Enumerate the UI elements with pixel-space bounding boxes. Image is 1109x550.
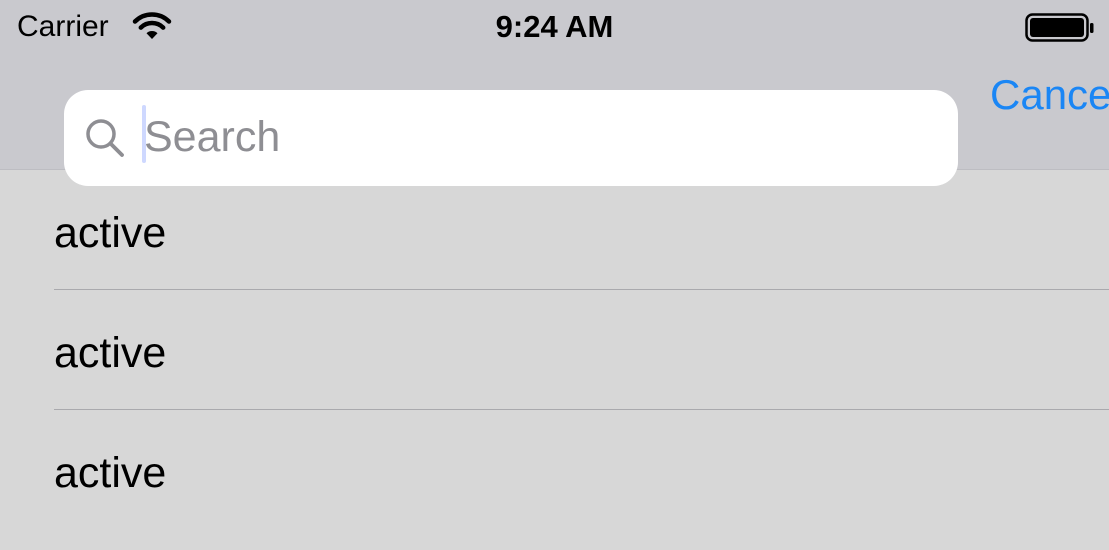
list-item[interactable]: active [0, 170, 1109, 290]
list-item[interactable]: active [0, 290, 1109, 410]
search-header: Carrier 9:24 AM Cance [0, 0, 1109, 186]
results-list: active active active [0, 170, 1109, 530]
list-item-label: active [54, 449, 167, 497]
search-input[interactable] [144, 108, 934, 166]
status-time: 9:24 AM [495, 9, 614, 44]
wifi-icon [132, 12, 172, 39]
battery-full-icon [1025, 13, 1094, 42]
carrier-label: Carrier [17, 10, 109, 43]
list-item[interactable]: active [0, 410, 1109, 530]
status-bar: Carrier 9:24 AM [0, 0, 1109, 54]
cancel-button[interactable]: Cance [990, 70, 1109, 120]
list-item-label: active [54, 209, 167, 257]
list-item-label: active [54, 329, 167, 377]
search-icon [86, 119, 124, 157]
